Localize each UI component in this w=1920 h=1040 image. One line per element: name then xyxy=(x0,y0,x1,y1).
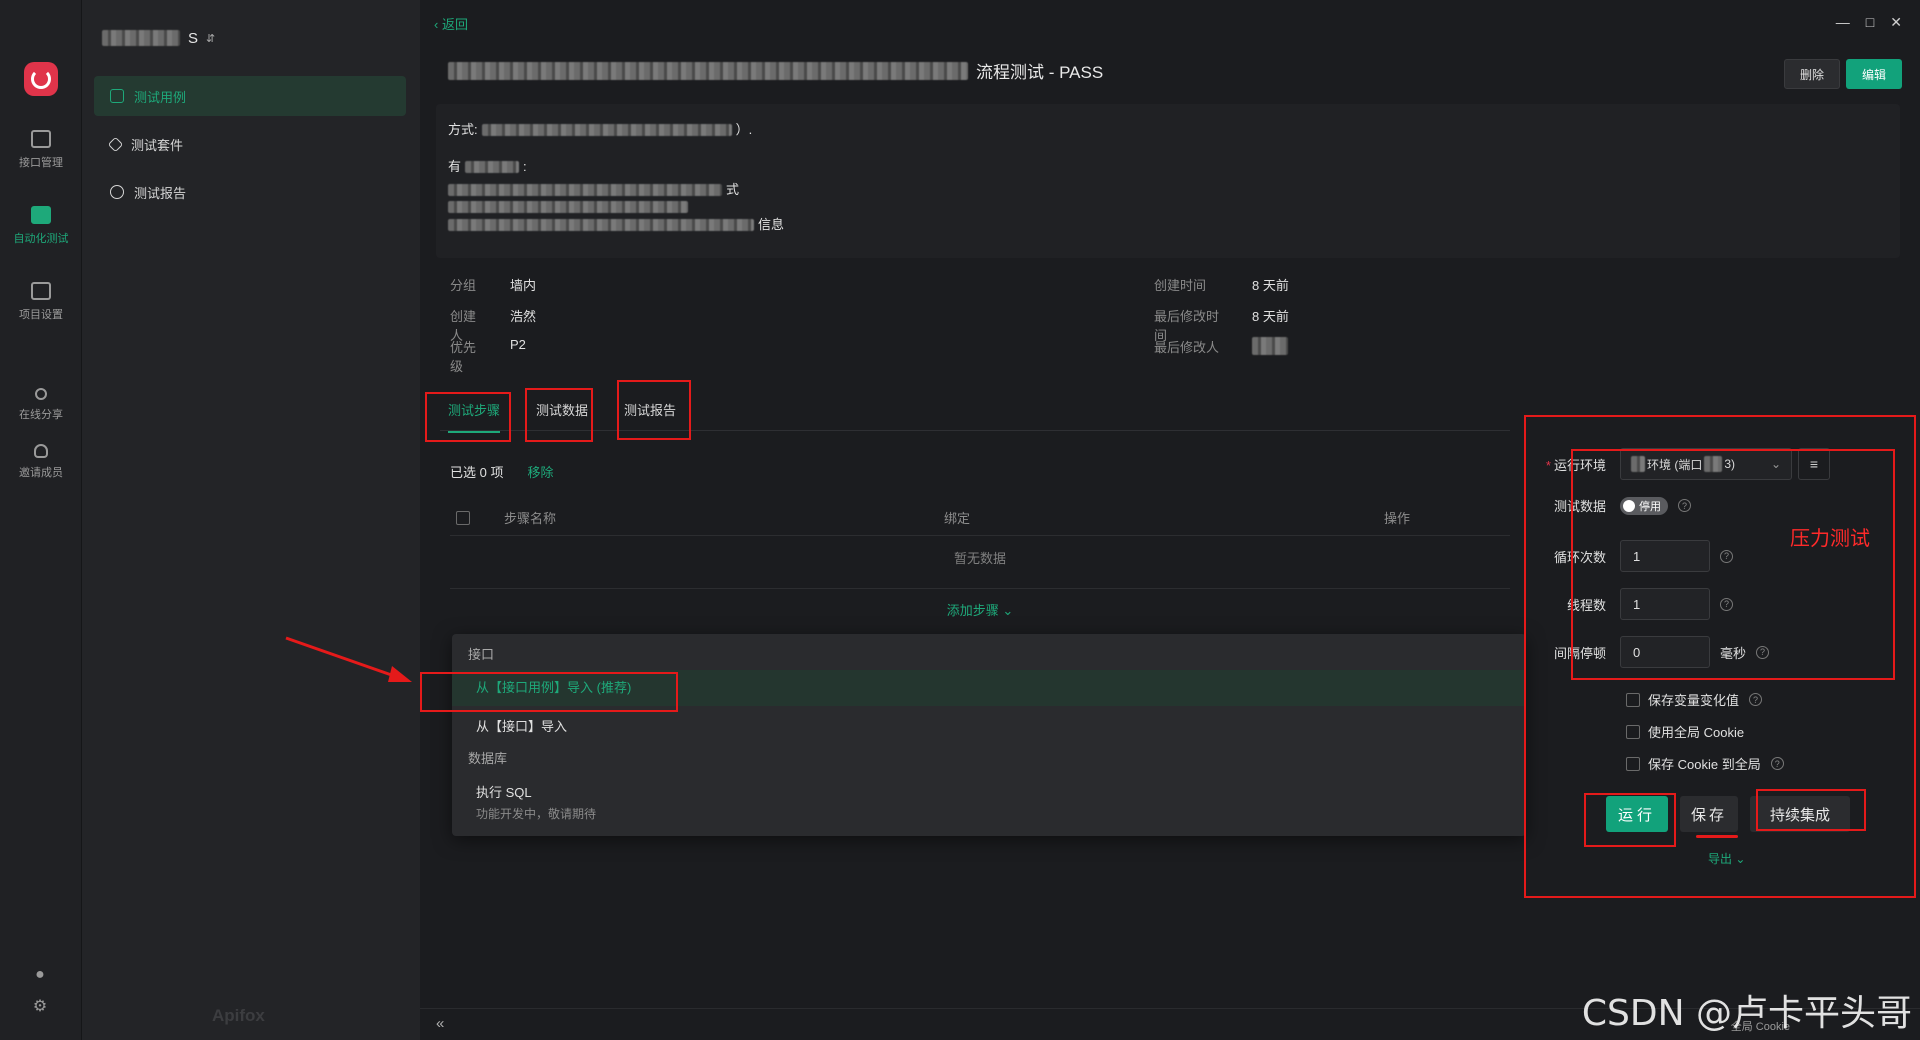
modifier-avatar xyxy=(1252,337,1288,355)
annotation-box-ci xyxy=(1756,789,1866,831)
apifox-brand: Apifox xyxy=(212,1006,265,1025)
bell-icon[interactable]: ● xyxy=(31,966,49,984)
close-icon[interactable]: ✕ xyxy=(1890,14,1902,31)
test-report-icon xyxy=(110,185,124,199)
api-icon xyxy=(31,130,51,148)
page-title: 流程测试 - PASS xyxy=(448,58,1103,83)
collapse-sidebar-icon[interactable]: « xyxy=(436,1015,444,1032)
redacted-title xyxy=(448,61,968,80)
execute-sql-item[interactable]: 执行 SQL 功能开发中，敬请期待 xyxy=(452,782,1526,822)
annotation-box-run xyxy=(1584,793,1676,847)
select-all-checkbox[interactable] xyxy=(456,510,470,525)
maximize-icon[interactable]: □ xyxy=(1866,14,1874,31)
edit-button[interactable]: 编辑 xyxy=(1846,59,1902,89)
tab-divider xyxy=(440,430,1510,431)
icon-rail: 接口管理 自动化测试 项目设置 在线分享 邀请成员 ● ⚙ xyxy=(0,0,82,1040)
sidebar: S ⇵ 测试用例 测试套件 测试报告 Apifox xyxy=(82,0,420,1040)
csdn-watermark: CSDN @卢卡平头哥 xyxy=(1581,993,1912,1034)
minimize-icon[interactable]: — xyxy=(1836,14,1850,31)
share-icon xyxy=(35,388,47,400)
apifox-logo-icon xyxy=(24,62,58,96)
remove-link[interactable]: 移除 xyxy=(527,462,553,481)
description-box: 方式:）. 有: 式 信息 xyxy=(436,104,1900,258)
annotation-box-data-tab xyxy=(525,388,593,442)
sidebar-item-test-cases[interactable]: 测试用例 xyxy=(94,76,406,116)
annotation-box-report-tab xyxy=(617,380,691,440)
window-controls: — □ ✕ xyxy=(1836,14,1902,31)
invite-user-icon xyxy=(34,444,48,458)
add-step-button[interactable]: 添加步骤 ⌄ xyxy=(450,600,1510,619)
annotation-box-pressure-settings xyxy=(1571,449,1895,680)
add-step-dropdown: 接口 从【接口用例】导入 (推荐) 从【接口】导入 数据库 执行 SQL 功能开… xyxy=(452,634,1526,836)
rail-item-project-settings[interactable]: 项目设置 xyxy=(0,282,82,322)
annotation-pressure-test: 压力测试 xyxy=(1790,528,1870,550)
settings-icon xyxy=(31,282,51,300)
delete-button[interactable]: 删除 xyxy=(1784,59,1840,89)
rail-item-invite[interactable]: 邀请成员 xyxy=(0,444,82,480)
redacted-project-name xyxy=(102,30,180,46)
dropdown-group-db: 数据库 xyxy=(468,751,508,766)
rail-item-auto-test[interactable]: 自动化测试 xyxy=(0,206,82,246)
empty-state: 暂无数据 xyxy=(953,551,1006,566)
annotation-box-steps-tab xyxy=(425,392,511,442)
chevron-updown-icon: ⇵ xyxy=(206,32,216,45)
annotation-underline-save xyxy=(1696,835,1738,838)
auto-test-icon xyxy=(31,206,51,224)
annotation-arrow xyxy=(285,636,412,682)
sidebar-item-test-suites[interactable]: 测试套件 xyxy=(94,124,406,164)
annotation-box-import-item xyxy=(420,672,678,712)
rail-item-share[interactable]: 在线分享 xyxy=(0,388,82,422)
sidebar-item-test-reports[interactable]: 测试报告 xyxy=(94,172,406,212)
divider xyxy=(450,588,1510,589)
rail-item-api-management[interactable]: 接口管理 xyxy=(0,130,82,170)
test-suite-icon xyxy=(107,136,124,152)
dropdown-group-api: 接口 xyxy=(468,647,495,662)
project-switcher[interactable]: S ⇵ xyxy=(102,26,215,50)
steps-table-header: 步骤名称 绑定 操作 xyxy=(450,500,1510,536)
gear-icon[interactable]: ⚙ xyxy=(31,998,49,1016)
test-case-icon xyxy=(110,89,124,103)
selection-bar: 已选 0 项 移除 xyxy=(450,462,553,481)
back-link[interactable]: ‹ 返回 xyxy=(434,14,468,33)
import-from-api-item[interactable]: 从【接口】导入 xyxy=(452,716,1526,735)
